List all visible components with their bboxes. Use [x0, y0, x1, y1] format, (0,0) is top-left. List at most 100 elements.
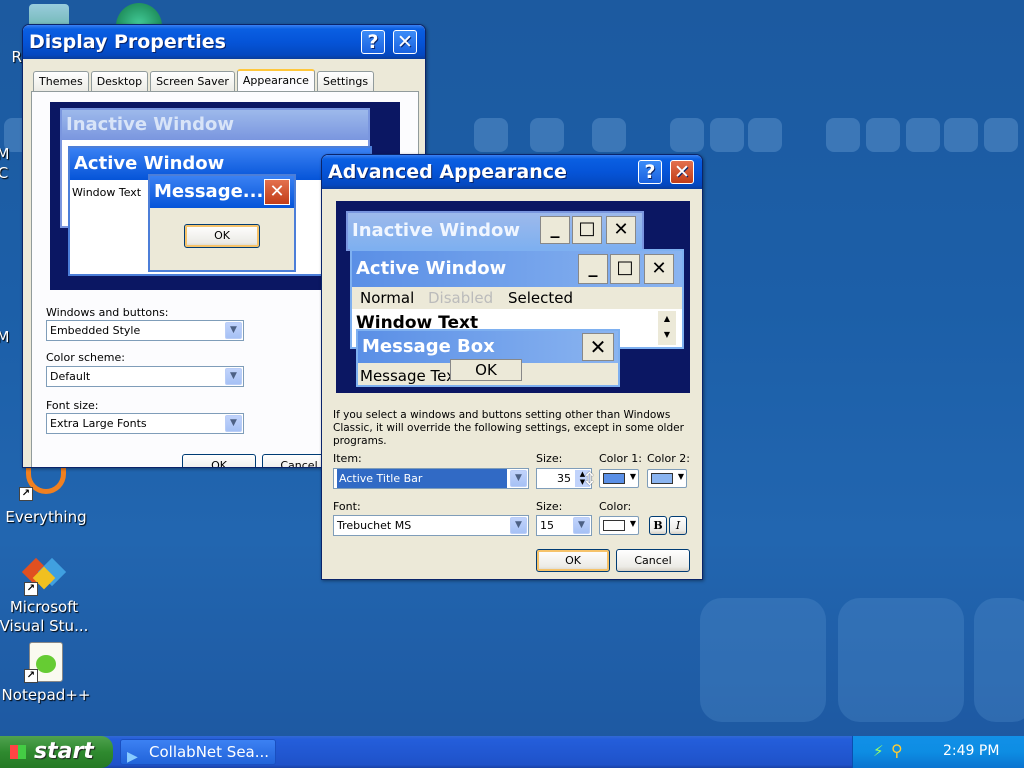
adv-preview-message-text: Message Text — [360, 367, 461, 385]
advanced-appearance-titlebar[interactable]: Advanced Appearance ? ✕ — [322, 155, 702, 189]
taskbar-item-label: CollabNet Sea... — [149, 743, 270, 761]
tab-strip: Themes Desktop Screen Saver Appearance S… — [33, 69, 375, 91]
desktop-icon-label: Everything — [5, 508, 87, 526]
chevron-down-icon: ▼ — [629, 472, 636, 481]
font-size-label: Font size: — [46, 399, 99, 412]
chevron-down-icon: ▼ — [510, 517, 527, 534]
adv-preview-message-box: Message Box ✕ Message Text OK — [356, 329, 620, 387]
desktop-icon-label: M — [0, 328, 10, 346]
ok-button[interactable]: OK — [182, 454, 256, 467]
desktop-icon-label: Microsoft Visual Stu... — [0, 598, 89, 635]
minimize-icon: _ — [540, 216, 570, 244]
collabnet-icon: ▶ — [127, 749, 138, 765]
maximize-icon: □ — [572, 216, 602, 244]
system-tray: ⚡ ⚲ 2:49 PM — [852, 736, 1024, 768]
taskbar: start ▶ CollabNet Sea... ⚡ ⚲ 2:49 PM — [0, 736, 1024, 768]
close-button[interactable]: ✕ — [393, 30, 417, 54]
search-icon[interactable]: ⚲ — [891, 741, 903, 760]
desktop-icon-label: Notepad++ — [1, 686, 91, 704]
font-color-swatch — [603, 520, 625, 531]
preview-scrollbar: ▲ ▼ — [658, 311, 676, 345]
close-button[interactable]: ✕ — [670, 160, 694, 184]
shortcut-arrow-icon: ↗ — [24, 669, 38, 683]
tab-appearance[interactable]: Appearance — [236, 69, 315, 91]
start-button[interactable]: start — [0, 736, 113, 768]
close-icon: ✕ — [582, 333, 614, 361]
window-title: Advanced Appearance — [328, 161, 567, 183]
desktop-icon-notepadpp[interactable]: ↗ Notepad++ — [1, 642, 91, 705]
color2-label: Color 2: — [647, 452, 690, 465]
font-select[interactable]: Trebuchet MS ▼ — [333, 515, 529, 536]
ok-button[interactable]: OK — [536, 549, 610, 572]
clock[interactable]: 2:49 PM — [943, 743, 999, 759]
taskbar-item-collabnet[interactable]: ▶ CollabNet Sea... — [120, 739, 276, 765]
color-scheme-select[interactable]: Default ▼ — [46, 366, 244, 387]
bold-button[interactable]: B — [649, 516, 667, 535]
color-scheme-label: Color scheme: — [46, 351, 125, 364]
tab-screen-saver[interactable]: Screen Saver — [150, 71, 235, 91]
desktop-icon-everything[interactable]: ↗ Everything — [1, 466, 91, 527]
item-select[interactable]: Active Title Bar ▼ — [333, 468, 529, 489]
everything-icon: ↗ — [19, 466, 66, 501]
adv-preview-menubar: Normal Disabled Selected — [352, 287, 682, 309]
item-label: Item: — [333, 452, 362, 465]
tab-desktop[interactable]: Desktop — [90, 71, 149, 91]
preview-message-window: Message... ✕ OK — [148, 174, 296, 272]
chevron-down-icon: ▼ — [225, 368, 242, 385]
windows-buttons-select[interactable]: Embedded Style ▼ — [46, 320, 244, 341]
network-icon[interactable]: ⚡ — [873, 742, 884, 760]
preview-message-close-icon: ✕ — [264, 179, 290, 205]
color1-label: Color 1: — [599, 452, 642, 465]
preview-ok-button: OK — [184, 224, 260, 248]
font-label: Font: — [333, 500, 361, 513]
windows-flag-icon — [10, 745, 26, 759]
desktop-icon-label: M — [0, 145, 10, 163]
adv-preview-inactive-window: Inactive Window _ □ ✕ — [346, 211, 644, 251]
desktop-icon-label: C — [0, 164, 9, 182]
desktop-icon-visual-studio[interactable]: ↗ Microsoft Visual Stu... — [0, 554, 89, 636]
color2-button[interactable]: ▼ — [647, 469, 687, 488]
color2-swatch — [651, 473, 673, 484]
preview-window-text: Window Text — [72, 186, 142, 199]
shortcut-arrow-icon: ↗ — [24, 582, 38, 596]
advanced-preview: Inactive Window _ □ ✕ Active Window _ □ … — [336, 201, 690, 393]
tab-themes[interactable]: Themes — [33, 71, 89, 91]
cancel-button[interactable]: Cancel — [616, 549, 690, 572]
chevron-down-icon: ▼ — [225, 415, 242, 432]
font-color-button[interactable]: ▼ — [599, 516, 639, 535]
color1-swatch — [603, 473, 625, 484]
menu-normal: Normal — [360, 289, 415, 307]
help-button[interactable]: ? — [638, 160, 662, 184]
chevron-down-icon: ▼ — [677, 472, 684, 481]
font-size-select[interactable]: 15 ▼ — [536, 515, 592, 536]
italic-button[interactable]: I — [669, 516, 687, 535]
shortcut-arrow-icon: ↗ — [19, 487, 33, 501]
font-size-label: Size: — [536, 500, 563, 513]
menu-disabled: Disabled — [428, 289, 494, 307]
menu-selected: Selected — [508, 289, 574, 307]
chevron-down-icon: ▼ — [573, 517, 590, 534]
notepadpp-icon: ↗ — [24, 642, 63, 683]
visual-studio-icon: ↗ — [21, 554, 67, 596]
help-button[interactable]: ? — [361, 30, 385, 54]
advanced-appearance-window[interactable]: Advanced Appearance ? ✕ Inactive Window … — [321, 154, 703, 580]
windows-buttons-label: Windows and buttons: — [46, 306, 169, 319]
size-label: Size: — [536, 452, 563, 465]
maximize-icon: □ — [610, 254, 640, 284]
tab-settings[interactable]: Settings — [316, 71, 375, 91]
adv-preview-ok-button: OK — [450, 359, 522, 381]
window-title: Display Properties — [29, 31, 226, 53]
close-icon: ✕ — [644, 254, 674, 284]
display-properties-titlebar[interactable]: Display Properties ? ✕ — [23, 25, 425, 59]
color1-button[interactable]: ▼ — [599, 469, 639, 488]
mouse-cursor-icon: ⇕ — [582, 469, 598, 490]
info-text: If you select a windows and buttons sett… — [333, 409, 684, 447]
minimize-icon: _ — [578, 254, 608, 284]
chevron-down-icon: ▼ — [629, 519, 636, 528]
close-icon: ✕ — [606, 216, 636, 244]
start-label: start — [34, 739, 94, 764]
font-size-select[interactable]: Extra Large Fonts ▼ — [46, 413, 244, 434]
chevron-down-icon: ▼ — [225, 322, 242, 339]
preview-inactive-title: Inactive Window — [62, 110, 368, 140]
font-color-label: Color: — [599, 500, 632, 513]
